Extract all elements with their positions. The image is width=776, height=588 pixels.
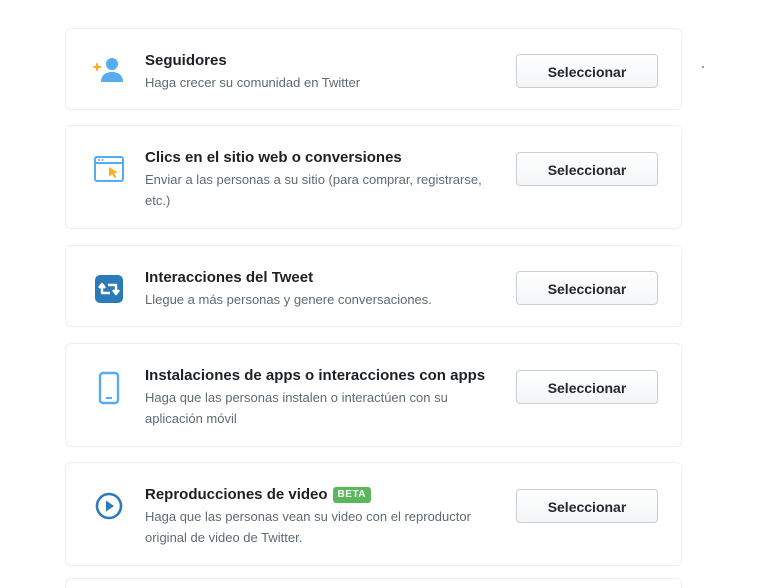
browser-click-icon <box>92 152 126 186</box>
objective-title: Seguidores <box>145 52 227 69</box>
objective-description: Haga que las personas vean su video con … <box>145 509 471 545</box>
objective-description: Haga que las personas instalen o interac… <box>145 390 448 426</box>
objective-title: Instalaciones de apps o interacciones co… <box>145 367 486 384</box>
objective-selection-page: Seguidores Haga crecer su comunidad en T… <box>0 0 776 588</box>
decorative-dot <box>702 66 704 68</box>
objective-text: Instalaciones de apps o interacciones co… <box>145 366 505 429</box>
select-followers-button[interactable]: Seleccionar <box>516 54 658 88</box>
objective-description: Enviar a las personas a su sitio (para c… <box>145 172 482 208</box>
select-video-views-button[interactable]: Seleccionar <box>516 489 658 523</box>
objective-card-followers: Seguidores Haga crecer su comunidad en T… <box>65 28 682 110</box>
retweet-icon <box>92 272 126 306</box>
objective-card-website-clicks: Clics en el sitio web o conversiones Env… <box>65 125 682 229</box>
objective-text: Seguidores Haga crecer su comunidad en T… <box>145 51 505 93</box>
select-tweet-engagements-button[interactable]: Seleccionar <box>516 271 658 305</box>
objective-text: Reproducciones de video BETA Haga que las… <box>145 485 505 548</box>
objective-card-video-views: Reproducciones de video BETA Haga que las… <box>65 462 682 566</box>
objective-title: Interacciones del Tweet <box>145 269 314 286</box>
objective-title: Clics en el sitio web o conversiones <box>145 149 402 166</box>
play-icon <box>92 489 126 523</box>
add-follower-icon <box>92 53 126 87</box>
mobile-phone-icon <box>92 371 126 405</box>
beta-badge: BETA <box>332 487 372 503</box>
objective-title: Reproducciones de video BETA <box>145 485 505 505</box>
objective-text: Interacciones del Tweet Llegue a más per… <box>145 268 505 310</box>
objective-description: Haga crecer su comunidad en Twitter <box>145 75 361 90</box>
objective-card-app-installs: Instalaciones de apps o interacciones co… <box>65 343 682 447</box>
objective-text: Clics en el sitio web o conversiones Env… <box>145 148 505 211</box>
objective-title-text: Reproducciones de video <box>145 486 328 503</box>
select-website-clicks-button[interactable]: Seleccionar <box>516 152 658 186</box>
objective-description: Llegue a más personas y genere conversac… <box>145 292 432 307</box>
select-app-installs-button[interactable]: Seleccionar <box>516 370 658 404</box>
objective-card-tweet-engagements: Interacciones del Tweet Llegue a más per… <box>65 245 682 327</box>
objective-card-partial <box>65 578 682 588</box>
